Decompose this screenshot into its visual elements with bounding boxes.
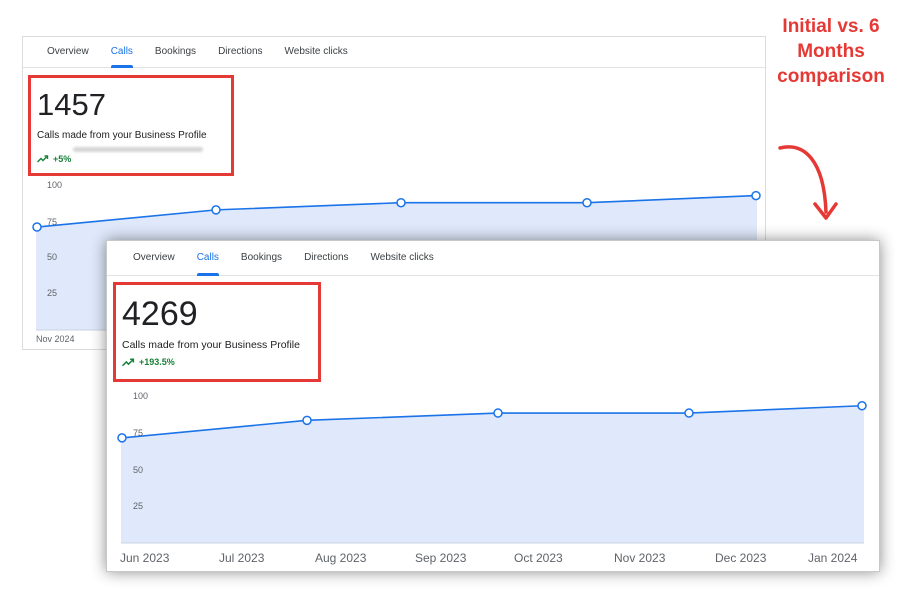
curved-arrow-icon <box>778 145 838 220</box>
initial-data-point[interactable] <box>396 197 406 208</box>
x-tick-label: Jul 2023 <box>219 551 265 565</box>
x-tick-label: Aug 2023 <box>315 551 367 565</box>
x-tick-label: Jun 2023 <box>120 551 170 565</box>
current-count-highlight <box>113 282 321 382</box>
current-data-point[interactable] <box>493 408 503 418</box>
initial-data-point[interactable] <box>211 205 221 215</box>
x-tick-label: Jan 2024 <box>808 551 858 565</box>
current-data-point[interactable] <box>302 415 312 426</box>
initial-count-highlight <box>28 75 234 176</box>
comparison-annotation: Initial vs. 6 Months comparison <box>777 16 885 87</box>
current-data-point[interactable] <box>684 408 694 418</box>
current-data-point[interactable] <box>857 401 867 411</box>
initial-data-point[interactable] <box>751 190 761 201</box>
y-tick-label: 25 <box>47 288 58 298</box>
y-tick-label: 100 <box>47 180 63 190</box>
x-tick-label: Dec 2023 <box>715 551 767 565</box>
y-tick-label: 50 <box>47 252 58 262</box>
x-tick-label: Nov 2024 <box>36 334 75 344</box>
y-tick-label: 100 <box>133 391 149 401</box>
initial-data-point[interactable] <box>582 197 592 208</box>
initial-data-point[interactable] <box>32 222 42 232</box>
x-tick-label: Sep 2023 <box>415 551 467 565</box>
y-tick-label: 75 <box>133 428 144 438</box>
x-tick-label: Oct 2023 <box>514 551 563 565</box>
y-tick-label: 75 <box>47 217 58 227</box>
current-area-fill <box>121 405 864 543</box>
y-tick-label: 25 <box>133 501 144 511</box>
comparison-graphic: Overview Calls Bookings Directions Websi… <box>0 0 900 600</box>
y-tick-label: 50 <box>133 465 144 475</box>
x-tick-label: Nov 2023 <box>614 551 666 565</box>
current-data-point[interactable] <box>117 433 127 443</box>
